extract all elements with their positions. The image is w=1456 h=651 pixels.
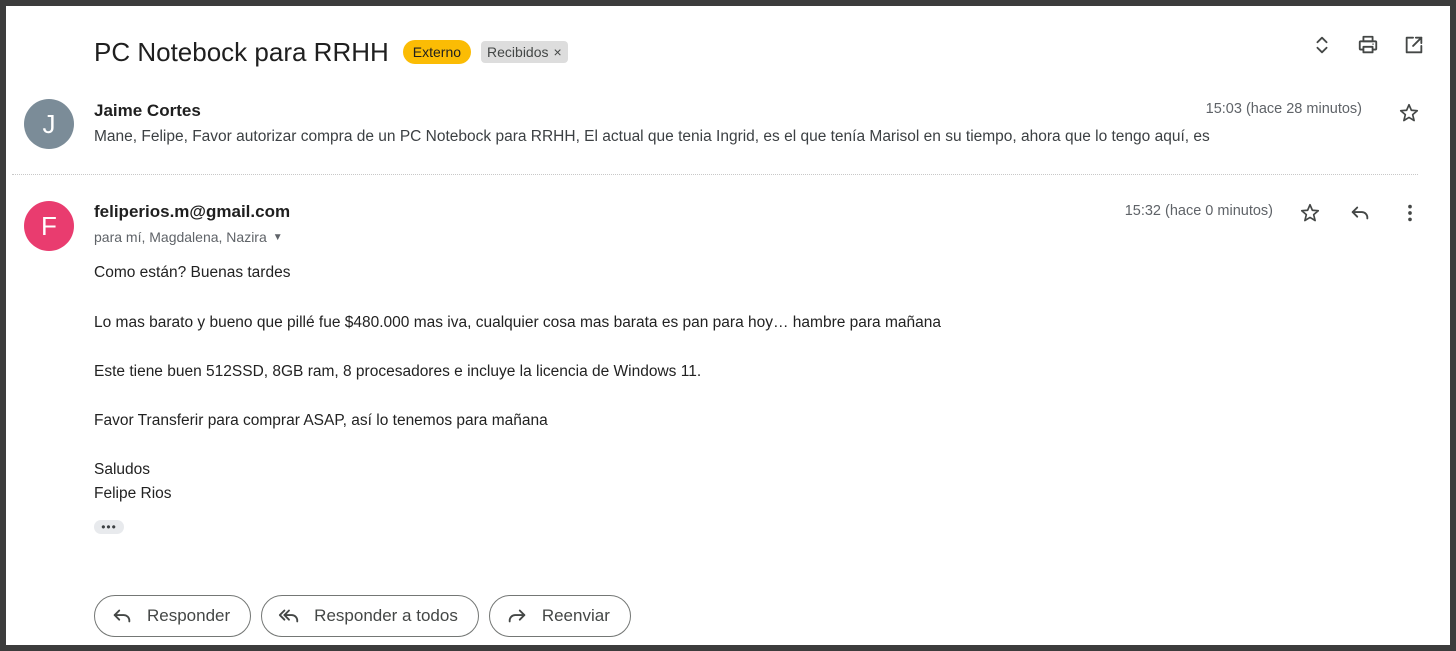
print-icon[interactable] (1356, 33, 1380, 57)
reply-actions: Responder Responder a todos Reenviar (94, 595, 631, 637)
avatar-feliperios[interactable]: F (24, 201, 74, 251)
email-subject: PC Notebock para RRHH (94, 36, 389, 67)
reply-icon (113, 609, 131, 623)
avatar-jaime-cortes[interactable]: J (24, 99, 74, 149)
email-thread-view: PC Notebock para RRHH Externo Recibidos … (6, 6, 1450, 645)
star-icon[interactable] (1397, 101, 1421, 125)
reply-all-icon (279, 609, 299, 623)
message-actions (1298, 201, 1422, 225)
body-line: Favor Transferir para comprar ASAP, así … (94, 412, 548, 429)
message-divider (12, 174, 1418, 175)
label-recibidos[interactable]: Recibidos × (481, 41, 568, 63)
reply-all-label: Responder a todos (314, 606, 458, 625)
open-new-window-icon[interactable] (1402, 33, 1426, 57)
forward-button[interactable]: Reenviar (488, 595, 631, 637)
body-line: Saludos (94, 461, 151, 478)
expand-collapse-icon[interactable] (1310, 33, 1334, 57)
subject-row: PC Notebock para RRHH Externo Recibidos … (94, 36, 568, 68)
more-vert-icon[interactable] (1398, 201, 1422, 225)
label-recibidos-text: Recibidos (487, 44, 549, 60)
message-snippet[interactable]: Mane, Felipe, Favor autorizar compra de … (94, 128, 1210, 146)
reply-label: Responder (147, 606, 231, 625)
star-icon[interactable] (1298, 201, 1322, 225)
body-line: Felipe Rios (94, 485, 172, 502)
recipients-dropdown[interactable]: para mí, Magdalena, Nazira ▼ (94, 229, 283, 245)
sender-email[interactable]: feliperios.m@gmail.com (94, 202, 290, 222)
reply-icon[interactable] (1348, 201, 1372, 225)
sender-name[interactable]: Jaime Cortes (94, 101, 201, 121)
forward-label: Reenviar (541, 606, 610, 625)
thread-toolbar (1310, 33, 1426, 57)
body-line: Como están? Buenas tardes (94, 264, 291, 281)
remove-label-icon[interactable]: × (554, 44, 562, 60)
forward-icon (508, 609, 526, 623)
show-trimmed-content-button[interactable]: ••• (94, 520, 124, 534)
message-timestamp: 15:03 (hace 28 minutos) (1205, 101, 1362, 117)
recipients-text: para mí, Magdalena, Nazira (94, 229, 267, 245)
body-line: Lo mas barato y bueno que pillé fue $480… (94, 314, 941, 331)
body-line: Este tiene buen 512SSD, 8GB ram, 8 proce… (94, 363, 702, 380)
chevron-down-icon[interactable]: ▼ (273, 232, 283, 243)
label-externo[interactable]: Externo (402, 40, 472, 64)
reply-button[interactable]: Responder (94, 595, 252, 637)
reply-all-button[interactable]: Responder a todos (261, 595, 479, 637)
message-timestamp: 15:32 (hace 0 minutos) (1124, 203, 1273, 219)
